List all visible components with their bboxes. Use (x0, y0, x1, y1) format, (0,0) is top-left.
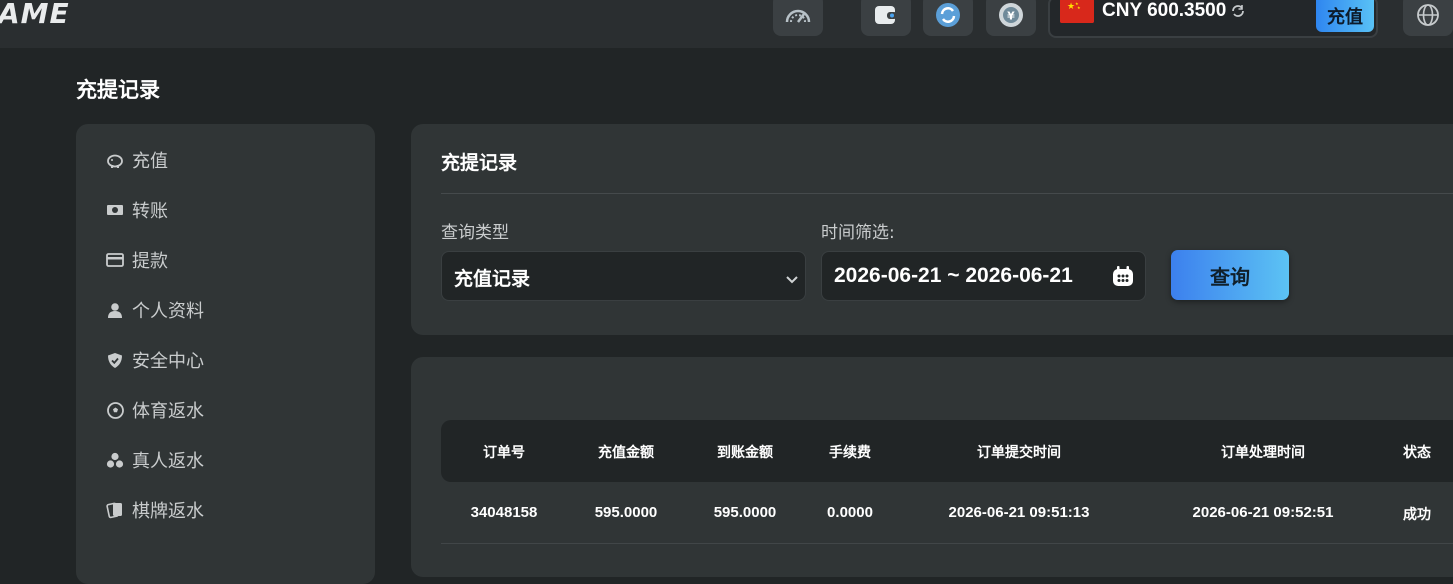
svg-text:★: ★ (1077, 5, 1081, 10)
deposit-button[interactable]: 充值 (1316, 0, 1374, 32)
column-header-process-time: 订单处理时间 (1221, 445, 1305, 461)
panel-title: 充提记录 (441, 152, 518, 174)
submit-time-cell: 2026-06-21 09:51:13 (948, 504, 1090, 521)
sidebar-item-live-rebate[interactable]: 真人返水 (106, 445, 204, 475)
page-title: 充提记录 (76, 78, 160, 102)
table-row: 34048158 595.0000 595.0000 0.0000 2026-0… (441, 482, 1453, 544)
wallet-icon (873, 4, 899, 26)
balance-value: 600.3500 (1147, 0, 1227, 21)
query-type-label: 查询类型 (441, 223, 509, 243)
logo[interactable]: AME (0, 0, 70, 30)
language-button[interactable] (1403, 0, 1453, 36)
query-type-select[interactable]: 充值记录 (441, 251, 806, 301)
sidebar-item-label: 体育返水 (132, 401, 204, 422)
user-icon (106, 301, 124, 319)
divider (441, 193, 1453, 194)
speed-gauge-button[interactable] (773, 0, 823, 36)
sidebar-item-label: 棋牌返水 (132, 501, 204, 522)
soccer-ball-icon (106, 401, 124, 419)
sidebar: 充值 转账 提款 个人资料 安全中心 体育返水 真人返水 棋牌返水 (76, 124, 375, 584)
wallet-button[interactable] (861, 0, 911, 36)
money-bill-icon (106, 201, 124, 219)
svg-text:¥: ¥ (1007, 10, 1015, 23)
sync-icon (935, 2, 961, 28)
process-time-cell: 2026-06-21 09:52:51 (1192, 504, 1334, 521)
wallet-card-icon (106, 251, 124, 269)
yuan-coin-icon: ¥ (998, 2, 1024, 28)
cards-icon (106, 501, 124, 519)
refresh-icon[interactable] (1230, 3, 1246, 23)
gauge-icon (784, 5, 812, 25)
date-range-value: 2026-06-21 ~ 2026-06-21 (834, 264, 1073, 287)
date-range-picker[interactable]: 2026-06-21 ~ 2026-06-21 (821, 251, 1146, 301)
sidebar-item-label: 转账 (132, 201, 168, 222)
table-header: 订单号 充值金额 到账金额 手续费 订单提交时间 订单处理时间 状态 (441, 420, 1453, 482)
top-bar: AME ¥ ★ ★ ★ CNY 600.3500 充值 (0, 0, 1453, 48)
results-panel: 订单号 充值金额 到账金额 手续费 订单提交时间 订单处理时间 状态 34048… (411, 357, 1453, 577)
chips-icon (106, 451, 124, 469)
received-amount-cell: 595.0000 (713, 504, 777, 521)
sidebar-item-withdraw[interactable]: 提款 (106, 245, 168, 275)
calendar-icon (1111, 264, 1135, 292)
query-type-value: 充值记录 (454, 268, 531, 290)
shield-icon (106, 351, 124, 369)
sidebar-item-chess-rebate[interactable]: 棋牌返水 (106, 495, 204, 525)
sidebar-item-deposit[interactable]: 充值 (106, 145, 168, 175)
sidebar-item-security[interactable]: 安全中心 (106, 345, 204, 375)
piggy-bank-icon (106, 151, 124, 169)
sidebar-item-label: 充值 (132, 151, 168, 172)
column-header-order-id: 订单号 (483, 445, 525, 461)
balance-amount: CNY 600.3500 (1102, 0, 1226, 22)
sidebar-item-label: 安全中心 (132, 351, 204, 372)
currency-code: CNY (1102, 0, 1142, 21)
column-header-submit-time: 订单提交时间 (977, 445, 1061, 461)
fee-cell: 0.0000 (827, 504, 873, 521)
svg-text:★: ★ (1067, 2, 1075, 12)
sidebar-item-label: 提款 (132, 251, 168, 272)
sidebar-item-label: 个人资料 (132, 301, 204, 322)
chevron-down-icon (785, 270, 799, 289)
column-header-deposit-amount: 充值金额 (598, 445, 654, 461)
query-button[interactable]: 查询 (1171, 250, 1289, 300)
sidebar-item-profile[interactable]: 个人资料 (106, 295, 204, 325)
filter-panel: 充提记录 查询类型 充值记录 时间筛选: 2026-06-21 ~ 2026-0… (411, 124, 1453, 335)
order-id-cell: 34048158 (470, 504, 538, 521)
column-header-received-amount: 到账金额 (717, 445, 773, 461)
sidebar-item-transfer[interactable]: 转账 (106, 195, 168, 225)
time-filter-label: 时间筛选: (821, 223, 895, 243)
globe-icon (1416, 3, 1440, 27)
china-flag-icon: ★ ★ ★ (1060, 0, 1094, 23)
status-cell: 成功 (1403, 507, 1431, 523)
sidebar-item-sports-rebate[interactable]: 体育返水 (106, 395, 204, 425)
column-header-status: 状态 (1403, 445, 1431, 461)
column-header-fee: 手续费 (829, 445, 871, 461)
balance-display: ★ ★ ★ CNY 600.3500 充值 (1048, 0, 1378, 38)
deposit-amount-cell: 595.0000 (594, 504, 658, 521)
sidebar-item-label: 真人返水 (132, 451, 204, 472)
currency-button[interactable]: ¥ (986, 0, 1036, 36)
refresh-wallet-button[interactable] (923, 0, 973, 36)
